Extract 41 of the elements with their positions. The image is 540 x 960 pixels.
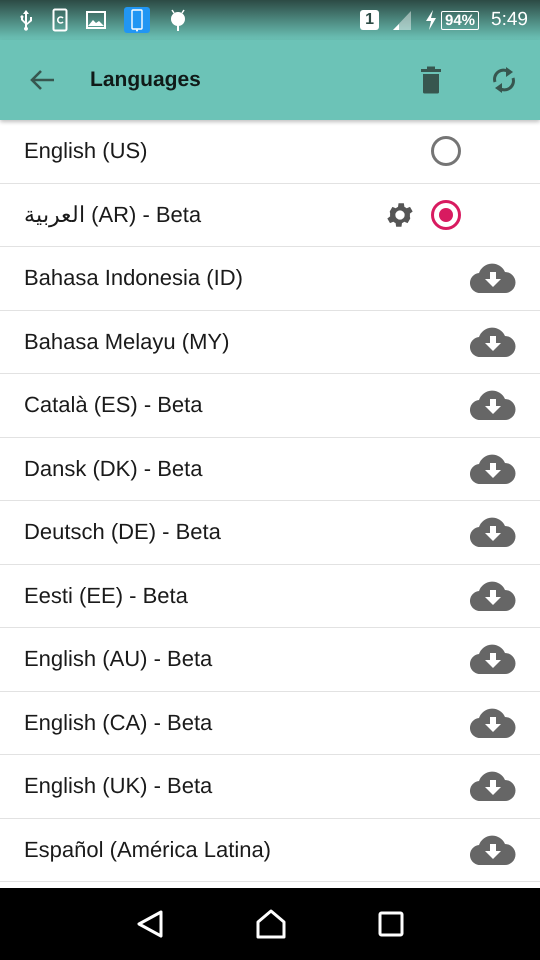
language-name[interactable]: English (AU) - Beta [24, 646, 212, 672]
signal-icon [390, 9, 413, 31]
phone-app-icon [124, 7, 150, 33]
language-name[interactable]: Bahasa Melayu (MY) [24, 328, 230, 355]
cloud-download-icon[interactable] [470, 389, 516, 422]
cloud-download-icon[interactable] [470, 770, 516, 802]
language-name[interactable]: English (US) [24, 138, 148, 164]
cloud-download-icon[interactable] [470, 516, 516, 548]
battery-indicator: 94% [440, 10, 480, 30]
image-icon [86, 11, 106, 29]
cloud-download-icon[interactable] [470, 326, 516, 358]
trash-icon[interactable] [420, 66, 442, 94]
language-name[interactable]: العربية (AR) - Beta [24, 202, 202, 228]
language-name[interactable]: English (CA) - Beta [24, 710, 212, 736]
android-icon [168, 8, 188, 32]
back-arrow-icon[interactable] [30, 69, 56, 91]
language-name[interactable]: Dansk (DK) - Beta [24, 456, 202, 482]
back-icon[interactable] [136, 909, 164, 939]
phone-sync-icon [52, 8, 68, 32]
charging-icon [424, 10, 437, 30]
cloud-download-icon[interactable] [470, 706, 516, 739]
language-name[interactable]: English (UK) - Beta [24, 773, 212, 800]
cloud-download-icon[interactable] [470, 580, 516, 612]
screen-title: Languages [90, 68, 202, 92]
language-name[interactable]: Deutsch (DE) - Beta [24, 519, 221, 546]
language-name[interactable]: Español (América Latina) [24, 836, 272, 863]
cloud-download-icon[interactable] [470, 452, 516, 485]
radio-button[interactable] [430, 135, 462, 168]
sim-indicator: 1 [360, 10, 379, 30]
recents-icon[interactable] [378, 911, 404, 937]
home-icon[interactable] [256, 909, 286, 939]
refresh-icon[interactable] [490, 65, 518, 95]
cloud-download-icon[interactable] [470, 834, 516, 866]
cloud-download-icon[interactable] [470, 262, 516, 294]
cloud-download-icon[interactable] [470, 643, 516, 676]
status-time: 5:49 [491, 9, 528, 31]
radio-button[interactable] [430, 198, 462, 231]
usb-icon [18, 9, 34, 31]
language-name[interactable]: Català (ES) - Beta [24, 392, 203, 418]
language-name[interactable]: Bahasa Indonesia (ID) [24, 265, 243, 292]
language-name[interactable]: Eesti (EE) - Beta [24, 582, 188, 609]
